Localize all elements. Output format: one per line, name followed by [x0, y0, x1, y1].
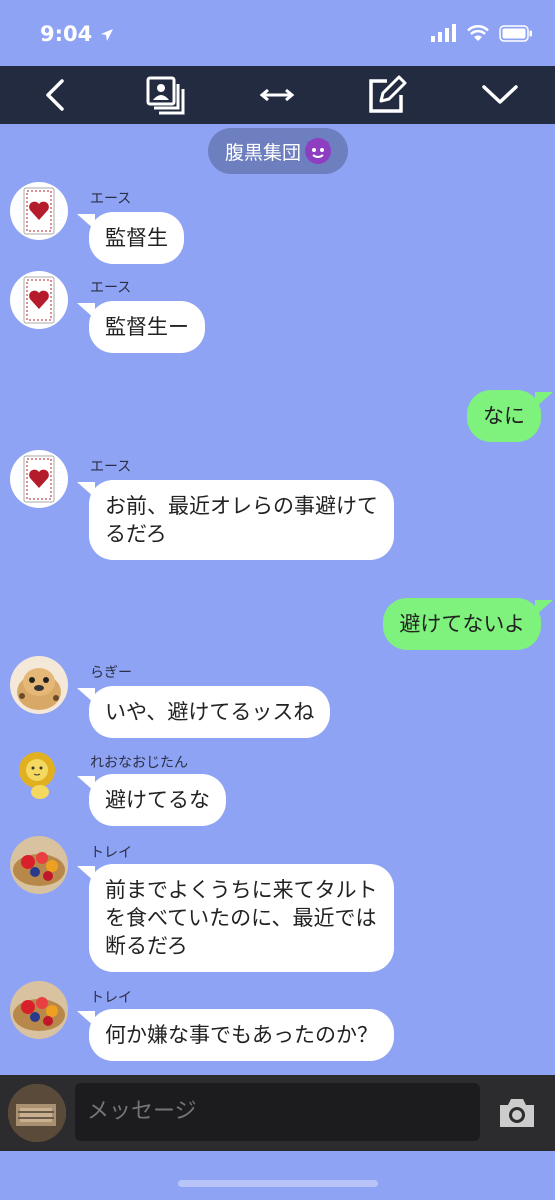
- outgoing-message-bubble[interactable]: 避けてないよ: [383, 598, 553, 650]
- message-row: らぎー いや、避けてるッスね: [0, 656, 555, 738]
- sender-name: エース: [90, 280, 132, 296]
- fruit-tart-avatar-icon: [13, 997, 65, 1031]
- battery-icon: [499, 24, 532, 42]
- message-bubble[interactable]: 監督生ー: [77, 301, 205, 353]
- home-indicator[interactable]: [178, 1180, 378, 1187]
- sender-avatar[interactable]: [10, 836, 68, 894]
- message-row: れおなおじたん 避けてるな: [0, 746, 555, 828]
- home-area: [0, 1151, 555, 1200]
- status-time: 9:04: [40, 22, 114, 46]
- message-row: エース お前、最近オレらの事避けて るだろ: [0, 450, 555, 560]
- chat-toolbar: [0, 66, 555, 124]
- food-photo-avatar-icon: [8, 1084, 66, 1142]
- sender-avatar[interactable]: [10, 746, 68, 804]
- message-row: トレイ 前までよくうちに来てタルト を食べていたのに、最近では 断るだろ: [0, 836, 555, 974]
- status-time-text: 9:04: [40, 22, 93, 46]
- room-name-chip: 腹黒集団: [208, 128, 348, 174]
- message-input-bar: [0, 1075, 555, 1151]
- ace-card-avatar-icon: [23, 187, 55, 235]
- message-bubble[interactable]: 何か嫌な事でもあったのか？: [77, 1009, 394, 1061]
- outgoing-message-bubble[interactable]: なに: [467, 390, 553, 442]
- sender-name: トレイ: [90, 990, 132, 1006]
- sender-avatar[interactable]: [10, 450, 68, 508]
- wifi-icon: [467, 24, 489, 41]
- double-arrow-icon[interactable]: [257, 75, 297, 115]
- my-avatar[interactable]: [8, 1084, 66, 1142]
- status-bar: 9:04: [0, 0, 555, 66]
- compose-icon[interactable]: [367, 75, 407, 115]
- message-row: エース 監督生: [0, 182, 555, 264]
- signal-icon: [431, 24, 456, 42]
- hyena-avatar-icon: [17, 668, 61, 710]
- camera-icon[interactable]: [496, 1093, 538, 1133]
- status-icons: [431, 24, 533, 42]
- devil-emoji-icon: [305, 138, 331, 164]
- message-row: トレイ 何か嫌な事でもあったのか？: [0, 981, 555, 1063]
- sender-avatar[interactable]: [10, 981, 68, 1039]
- lion-avatar-icon: [19, 752, 55, 799]
- message-row: エース 監督生ー: [0, 271, 555, 353]
- message-input[interactable]: [75, 1083, 480, 1141]
- contacts-album-icon[interactable]: [145, 75, 185, 115]
- message-bubble[interactable]: いや、避けてるッスね: [76, 686, 331, 738]
- sender-name: トレイ: [90, 845, 132, 861]
- sender-avatar[interactable]: [10, 656, 68, 714]
- message-bubble[interactable]: お前、最近オレらの事避けて るだろ: [77, 480, 394, 560]
- sender-name: らぎー: [90, 665, 132, 681]
- message-bubble[interactable]: 前までよくうちに来てタルト を食べていたのに、最近では 断るだろ: [77, 864, 394, 972]
- sender-avatar[interactable]: [10, 182, 68, 240]
- location-arrow-icon: [100, 29, 113, 41]
- message-bubble[interactable]: 監督生: [77, 212, 184, 264]
- sender-name: エース: [90, 191, 132, 207]
- ace-card-avatar-icon: [23, 276, 55, 324]
- ace-card-avatar-icon: [23, 455, 55, 503]
- message-bubble[interactable]: 避けてるな: [77, 774, 226, 826]
- sender-name: れおなおじたん: [90, 755, 188, 771]
- fruit-tart-avatar-icon: [13, 852, 65, 886]
- chevron-down-icon[interactable]: [480, 75, 520, 115]
- room-name-text: 腹黒集団: [224, 141, 301, 164]
- sender-name: エース: [90, 459, 132, 475]
- sender-avatar[interactable]: [10, 271, 68, 329]
- back-chevron-icon[interactable]: [36, 75, 76, 115]
